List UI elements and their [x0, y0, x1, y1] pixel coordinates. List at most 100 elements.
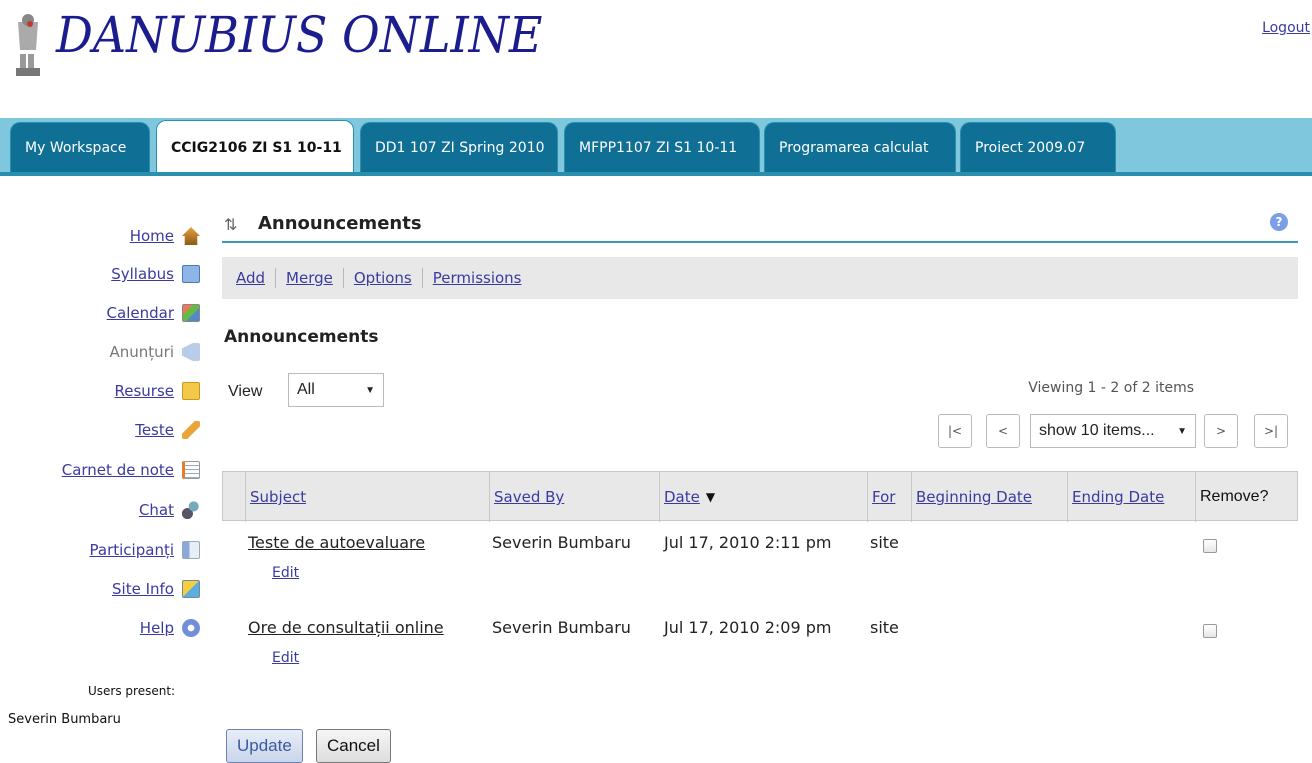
column-header-for[interactable]: For — [867, 472, 911, 522]
sidebar-item-label[interactable]: Syllabus — [111, 265, 174, 283]
column-header-ending-date[interactable]: Ending Date — [1067, 472, 1195, 522]
announcement-subject-link[interactable]: Ore de consultații online — [248, 618, 444, 637]
chevron-down-icon: ▼ — [1177, 426, 1187, 437]
help-icon — [182, 619, 200, 637]
saved-by-cell: Severin Bumbaru — [492, 618, 631, 637]
header-spacer — [223, 472, 245, 522]
tab-my-workspace[interactable]: My Workspace — [10, 122, 150, 172]
edit-link[interactable]: Edit — [272, 565, 299, 581]
sidebar-item-label[interactable]: Carnet de note — [62, 461, 174, 479]
toolbar-separator — [275, 268, 277, 288]
sort-ending-date-link[interactable]: Ending Date — [1072, 488, 1164, 506]
syllabus-icon — [182, 265, 200, 283]
view-filter-select[interactable]: All ▼ — [288, 373, 384, 407]
tab-proiect-2009-07[interactable]: Proiect 2009.07 — [960, 122, 1116, 172]
viewing-count-text: Viewing 1 - 2 of 2 items — [1028, 380, 1194, 396]
remove-checkbox[interactable] — [1203, 624, 1217, 638]
sidebar-item-calendar[interactable]: Calendar — [107, 301, 200, 325]
remove-checkbox[interactable] — [1203, 539, 1217, 553]
tab-mfpp1107[interactable]: MFPP1107 ZI S1 10-11 — [564, 122, 760, 172]
reset-icon[interactable]: ⇅ — [224, 215, 237, 234]
sidebar-item-participanti[interactable]: Participanți — [90, 538, 200, 562]
sidebar-item-carnet-de-note[interactable]: Carnet de note — [62, 458, 200, 482]
sidebar-item-label[interactable]: Site Info — [112, 580, 174, 598]
page-size-value: show 10 items... — [1039, 422, 1155, 439]
participants-icon — [182, 541, 200, 559]
site-tabs-bar: My Workspace CCIG2106 ZI S1 10-11 DD1 10… — [0, 118, 1312, 176]
column-header-subject[interactable]: Subject — [245, 472, 489, 522]
tool-title-bar: ⇅ Announcements ? — [222, 205, 1298, 243]
chat-icon — [182, 501, 200, 519]
home-icon — [182, 227, 200, 245]
sidebar-item-resurse[interactable]: Resurse — [114, 379, 200, 403]
sort-descending-icon: ▼ — [705, 490, 716, 504]
user-present-name: Severin Bumbaru — [8, 712, 121, 727]
sidebar-item-label[interactable]: Participanți — [90, 541, 174, 559]
merge-link[interactable]: Merge — [286, 269, 333, 287]
view-label: View — [228, 383, 263, 400]
page-title: Announcements — [258, 213, 422, 234]
site-logo-text: DANUBIUS ONLINE — [56, 6, 543, 64]
toolbar-separator — [342, 268, 344, 288]
first-page-button[interactable]: |< — [938, 414, 972, 448]
sort-beginning-date-link[interactable]: Beginning Date — [916, 488, 1032, 506]
folder-icon — [182, 382, 200, 400]
sort-for-link[interactable]: For — [872, 488, 895, 506]
question-help-icon[interactable]: ? — [1270, 213, 1288, 231]
cancel-button[interactable]: Cancel — [316, 729, 391, 763]
last-page-button[interactable]: >| — [1254, 414, 1288, 448]
options-link[interactable]: Options — [354, 269, 412, 287]
column-header-remove: Remove? — [1195, 472, 1299, 522]
tab-programarea-calculat[interactable]: Programarea calculat — [764, 122, 956, 172]
sidebar-item-site-info[interactable]: Site Info — [112, 577, 200, 601]
chevron-down-icon: ▼ — [365, 385, 375, 396]
tab-label: My Workspace — [25, 139, 127, 156]
remove-column-label: Remove? — [1200, 488, 1269, 505]
site-info-icon — [182, 580, 200, 598]
sidebar-item-anunturi: Anunțuri — [109, 340, 200, 364]
sidebar-item-teste[interactable]: Teste — [135, 418, 200, 442]
column-header-saved-by[interactable]: Saved By — [489, 472, 659, 522]
sidebar-item-chat[interactable]: Chat — [139, 498, 200, 522]
previous-page-button[interactable]: < — [986, 414, 1020, 448]
tab-dd1-107[interactable]: DD1 107 ZI Spring 2010 — [360, 122, 558, 172]
update-button[interactable]: Update — [226, 729, 303, 763]
sidebar-item-label[interactable]: Calendar — [107, 304, 174, 322]
sidebar-item-label: Anunțuri — [109, 343, 174, 361]
date-cell: Jul 17, 2010 2:11 pm — [664, 533, 832, 552]
page-size-select[interactable]: show 10 items... ▼ — [1030, 414, 1196, 448]
view-filter-value: All — [297, 381, 315, 398]
calendar-icon — [182, 304, 200, 322]
for-cell: site — [870, 618, 899, 637]
next-page-button[interactable]: > — [1204, 414, 1238, 448]
sidebar-item-label[interactable]: Home — [130, 227, 174, 245]
tab-label: Programarea calculat — [779, 139, 929, 156]
sidebar-item-label[interactable]: Teste — [135, 421, 174, 439]
permissions-link[interactable]: Permissions — [433, 269, 522, 287]
announcement-subject-link[interactable]: Teste de autoevaluare — [248, 533, 425, 552]
tab-ccig2106[interactable]: CCIG2106 ZI S1 10-11 — [156, 120, 354, 174]
column-header-beginning-date[interactable]: Beginning Date — [911, 472, 1067, 522]
sort-saved-by-link[interactable]: Saved By — [494, 488, 564, 506]
section-title: Announcements — [224, 327, 379, 347]
sort-date-link[interactable]: Date — [664, 488, 700, 506]
sidebar-item-syllabus[interactable]: Syllabus — [111, 262, 200, 286]
main-content: ⇅ Announcements ? Add Merge Options Perm… — [222, 205, 1298, 763]
tab-label: Proiect 2009.07 — [975, 139, 1086, 156]
sidebar-item-help[interactable]: Help — [140, 616, 200, 640]
tab-label: MFPP1107 ZI S1 10-11 — [579, 139, 738, 156]
pencil-icon — [182, 421, 200, 439]
tab-label: CCIG2106 ZI S1 10-11 — [171, 139, 342, 156]
add-link[interactable]: Add — [236, 269, 265, 287]
table-row: Teste de autoevaluare Edit Severin Bumba… — [222, 529, 1298, 613]
sidebar-item-label[interactable]: Chat — [139, 501, 174, 519]
tab-label: DD1 107 ZI Spring 2010 — [375, 139, 545, 156]
edit-link[interactable]: Edit — [272, 650, 299, 666]
sidebar-item-home[interactable]: Home — [130, 224, 200, 248]
column-header-date[interactable]: Date ▼ — [659, 472, 867, 522]
sidebar-item-label[interactable]: Resurse — [114, 382, 174, 400]
sort-subject-link[interactable]: Subject — [250, 488, 306, 506]
logout-link[interactable]: Logout — [1262, 20, 1310, 36]
sidebar-item-label[interactable]: Help — [140, 619, 174, 637]
table-header: Subject Saved By Date ▼ For Beginning Dat… — [222, 471, 1299, 522]
